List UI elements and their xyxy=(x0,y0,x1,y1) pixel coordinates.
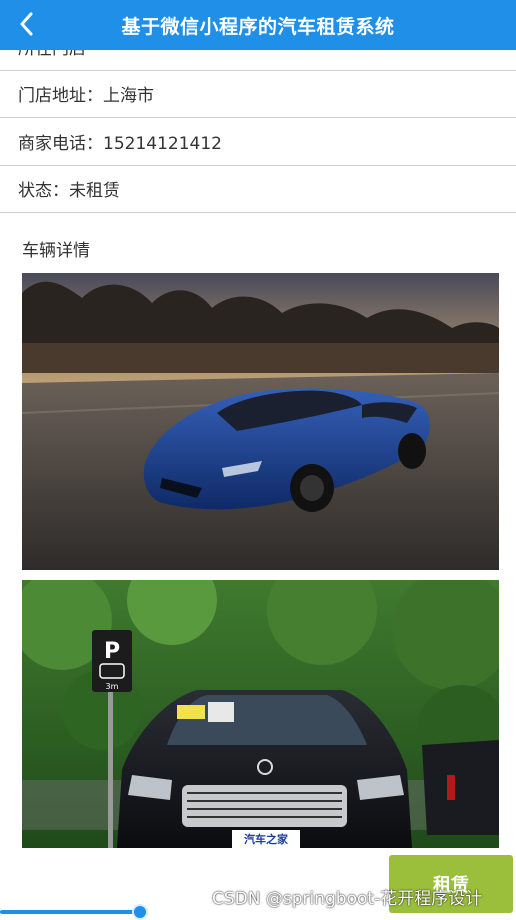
clipped-row-label: 所在门店 xyxy=(18,50,86,59)
vehicle-photo-1 xyxy=(22,273,499,570)
scroll-progress-thumb[interactable] xyxy=(132,904,148,920)
svg-text:汽车之家: 汽车之家 xyxy=(244,832,289,846)
store-address-row: 门店地址：上海市 xyxy=(0,70,516,118)
svg-text:3m: 3m xyxy=(106,682,119,691)
svg-text:P: P xyxy=(104,639,120,664)
back-button[interactable] xyxy=(12,9,42,39)
navigation-bar: 基于微信小程序的汽车租赁系统 xyxy=(0,0,516,50)
vehicle-details-heading: 车辆详情 xyxy=(22,241,90,261)
merchant-phone-row: 商家电话：15214121412 xyxy=(0,118,516,166)
watermark-text: CSDN @springboot-花开程序设计 xyxy=(212,889,483,909)
chevron-left-icon xyxy=(20,12,33,36)
store-address-text: 门店地址：上海市 xyxy=(18,86,154,106)
status-text: 状态：未租赁 xyxy=(18,181,120,201)
vehicle-photo-2: P 3m 汽车之家 xyxy=(22,580,499,848)
merchant-phone-text: 商家电话：15214121412 xyxy=(18,134,222,154)
page-title: 基于微信小程序的汽车租赁系统 xyxy=(121,15,395,38)
status-row: 状态：未租赁 xyxy=(0,165,516,213)
info-row-clipped: 所在门店 xyxy=(0,50,516,71)
scroll-progress-track xyxy=(0,910,140,914)
